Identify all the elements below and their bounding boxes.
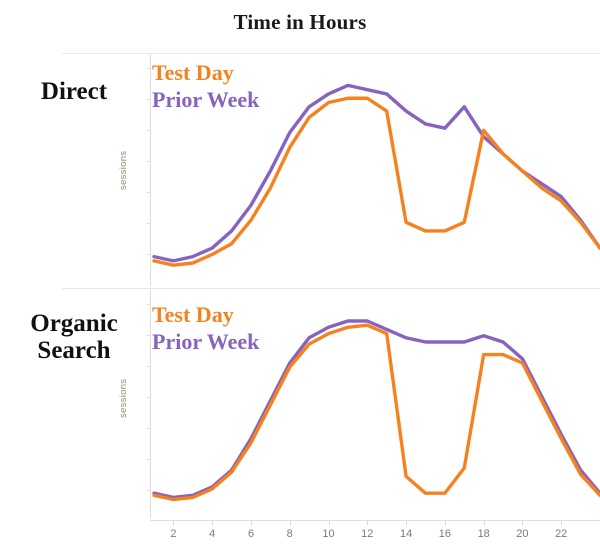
y-axis-title-direct: sessions bbox=[118, 150, 129, 190]
series-line-prior-week bbox=[152, 83, 600, 263]
x-tick bbox=[251, 521, 252, 525]
x-tick-label: 16 bbox=[438, 528, 452, 540]
chart-page: Time in Hours Direct sessions Test Day P… bbox=[0, 0, 600, 550]
series-layer-organic-search bbox=[152, 319, 600, 502]
y-axis-title-organic: sessions bbox=[118, 378, 129, 418]
x-tick-label: 2 bbox=[170, 528, 177, 540]
x-tick bbox=[173, 521, 175, 525]
x-tick-label: 10 bbox=[322, 528, 335, 540]
panel-label-direct: Direct bbox=[40, 78, 108, 105]
plot-area-organic-search bbox=[147, 290, 600, 518]
x-tick bbox=[367, 521, 369, 525]
x-tick-label: 8 bbox=[286, 528, 293, 540]
x-tick bbox=[328, 521, 330, 525]
x-tick-label: 18 bbox=[477, 528, 490, 540]
x-axis-line bbox=[150, 520, 600, 521]
x-tick bbox=[406, 521, 408, 525]
panel-label-organic-search: Organic Search bbox=[10, 310, 138, 364]
plot-area-direct bbox=[147, 54, 600, 286]
panel-top-divider bbox=[62, 288, 600, 289]
panel-label-line-2: Search bbox=[37, 337, 111, 364]
x-tick-label: 14 bbox=[399, 528, 413, 540]
x-tick-label: 6 bbox=[247, 528, 255, 540]
x-tick bbox=[561, 521, 563, 525]
x-tick bbox=[444, 521, 446, 525]
panel-label-line-1: Organic bbox=[30, 310, 118, 337]
panel-direct: Direct sessions Test Day Prior Week bbox=[0, 0, 600, 288]
x-tick-label: 4 bbox=[209, 528, 216, 540]
x-tick-label: 22 bbox=[555, 528, 568, 540]
x-tick bbox=[289, 521, 291, 525]
x-tick bbox=[522, 521, 524, 525]
series-line-test-day bbox=[152, 323, 600, 502]
series-layer-direct bbox=[152, 83, 600, 267]
x-tick bbox=[212, 521, 214, 525]
series-line-prior-week bbox=[152, 319, 600, 500]
panel-organic-search: Organic Search sessions Test Day Prior W… bbox=[0, 288, 600, 550]
x-tick bbox=[483, 521, 485, 525]
x-tick-label: 20 bbox=[516, 528, 529, 540]
x-tick-label: 12 bbox=[361, 528, 374, 540]
